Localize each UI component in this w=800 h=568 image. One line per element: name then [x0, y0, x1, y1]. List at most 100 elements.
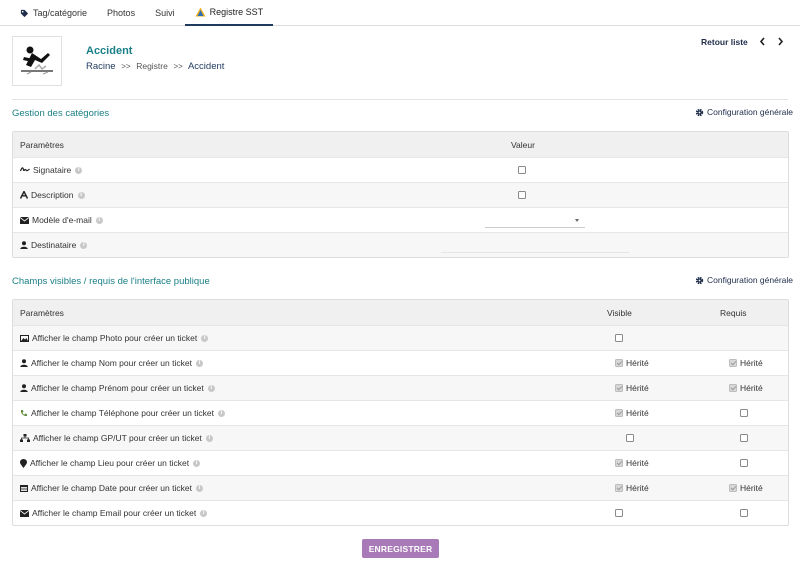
email-required-checkbox[interactable]	[740, 509, 748, 517]
table-row: Afficher le champ Nom pour créer un tick…	[13, 350, 788, 375]
inherited-label: Hérité	[626, 358, 649, 368]
visible-cell: Hérité	[615, 376, 649, 400]
tab-label: Tag/catégorie	[33, 8, 88, 18]
row-label: Destinataire i	[20, 233, 88, 257]
email-visible-checkbox[interactable]	[615, 509, 623, 517]
back-to-list-link[interactable]: Retour liste	[701, 37, 748, 47]
telephone-required-checkbox[interactable]	[740, 409, 748, 417]
info-icon[interactable]: i	[207, 384, 215, 392]
info-icon[interactable]: i	[80, 241, 88, 249]
signature-icon	[20, 166, 30, 174]
breadcrumb-root[interactable]: Racine	[86, 61, 116, 72]
visible-cell	[615, 326, 623, 350]
row-label: Afficher le champ Date pour créer un tic…	[20, 476, 203, 500]
tag-icon	[20, 9, 29, 18]
nom-required-checkbox[interactable]	[729, 359, 737, 367]
info-icon[interactable]: i	[201, 334, 209, 342]
general-config-link[interactable]: Configuration générale	[695, 107, 793, 117]
inherited-label: Hérité	[626, 458, 649, 468]
inherited-label: Hérité	[626, 408, 649, 418]
gear-icon	[695, 108, 704, 116]
gput-required-checkbox[interactable]	[740, 434, 748, 442]
previous-chevron-icon[interactable]	[756, 35, 768, 47]
email-template-select[interactable]	[485, 213, 585, 228]
row-label-text: Afficher le champ GP/UT pour créer un ti…	[33, 433, 202, 443]
info-icon[interactable]: i	[205, 434, 213, 442]
required-cell	[740, 426, 748, 450]
telephone-visible-checkbox[interactable]	[615, 409, 623, 417]
page-title: Accident	[86, 45, 133, 57]
table-row: Afficher le champ GP/UT pour créer un ti…	[13, 425, 788, 450]
breadcrumb-registre[interactable]: Registre	[136, 61, 168, 71]
table-row: Afficher le champ Photo pour créer un ti…	[13, 325, 788, 350]
date-visible-checkbox[interactable]	[615, 484, 623, 492]
save-button[interactable]: ENREGISTRER	[362, 539, 439, 558]
col-header-value: Valeur	[511, 139, 535, 150]
row-label: Description i	[20, 183, 85, 207]
header-divider	[12, 99, 788, 100]
visible-cell: Hérité	[615, 401, 649, 425]
row-label-text: Afficher le champ Nom pour créer un tick…	[31, 358, 192, 368]
info-icon[interactable]: i	[195, 359, 203, 367]
table-row: Description i	[13, 182, 788, 207]
row-label-text: Modèle d'e-mail	[32, 215, 92, 225]
table-row: Afficher le champ Date pour créer un tic…	[13, 475, 788, 500]
required-cell: Hérité	[729, 351, 763, 375]
info-icon[interactable]: i	[200, 509, 208, 517]
public-fields-table: Paramètres Visible Requis Afficher le ch…	[12, 299, 789, 526]
lieu-visible-checkbox[interactable]	[615, 459, 623, 467]
required-cell	[740, 401, 748, 425]
row-label-text: Signataire	[33, 165, 72, 175]
breadcrumb-separator: >>	[121, 62, 131, 71]
signataire-checkbox[interactable]	[518, 166, 526, 174]
info-icon[interactable]: i	[77, 191, 85, 199]
tab-photos[interactable]: Photos	[97, 0, 145, 26]
description-checkbox[interactable]	[518, 191, 526, 199]
breadcrumb: Racine >> Registre >> Accident	[86, 61, 224, 72]
photo-visible-checkbox[interactable]	[615, 334, 623, 342]
destinataire-input[interactable]	[441, 238, 629, 253]
visible-cell	[615, 501, 623, 525]
table-header-row: Paramètres Visible Requis	[13, 300, 788, 325]
general-config-link[interactable]: Configuration générale	[695, 275, 793, 285]
row-label-text: Afficher le champ Téléphone pour créer u…	[31, 408, 215, 418]
table-row: Signataire i	[13, 157, 788, 182]
row-label: Modèle d'e-mail i	[20, 208, 103, 232]
table-header-row: Paramètres Valeur	[13, 132, 788, 157]
row-label-text: Afficher le champ Date pour créer un tic…	[31, 483, 192, 493]
info-icon[interactable]: i	[218, 409, 226, 417]
info-icon[interactable]: i	[95, 216, 103, 224]
inherited-label: Hérité	[740, 358, 763, 368]
row-label: Afficher le champ GP/UT pour créer un ti…	[20, 426, 213, 450]
categories-section-title: Gestion des catégories	[12, 108, 110, 119]
gear-icon	[695, 276, 704, 284]
inherited-label: Hérité	[740, 383, 763, 393]
col-header-params: Paramètres	[20, 139, 64, 150]
prenom-visible-checkbox[interactable]	[615, 384, 623, 392]
table-row: Afficher le champ Prénom pour créer un t…	[13, 375, 788, 400]
lieu-required-checkbox[interactable]	[740, 459, 748, 467]
prenom-required-checkbox[interactable]	[729, 384, 737, 392]
next-chevron-icon[interactable]	[774, 35, 786, 47]
info-icon[interactable]: i	[193, 459, 201, 467]
tab-bar: Tag/catégorie Photos Suivi Registre SST	[0, 0, 800, 26]
tab-registre-sst[interactable]: Registre SST	[184, 0, 274, 26]
row-label: Afficher le champ Nom pour créer un tick…	[20, 351, 203, 375]
user-icon	[20, 359, 28, 367]
row-label: Afficher le champ Prénom pour créer un t…	[20, 376, 215, 400]
nom-visible-checkbox[interactable]	[615, 359, 623, 367]
map-marker-icon	[20, 458, 27, 468]
row-label-text: Destinataire	[31, 240, 77, 250]
table-row: Modèle d'e-mail i	[13, 207, 788, 232]
tab-suivi[interactable]: Suivi	[145, 0, 185, 26]
gput-visible-checkbox[interactable]	[626, 434, 634, 442]
date-required-checkbox[interactable]	[729, 484, 737, 492]
config-label: Configuration générale	[707, 107, 794, 117]
row-label: Afficher le champ Lieu pour créer un tic…	[20, 451, 201, 475]
calendar-icon	[20, 484, 28, 492]
info-icon[interactable]: i	[75, 166, 83, 174]
tab-tag-categorie[interactable]: Tag/catégorie	[12, 0, 97, 26]
breadcrumb-separator: >>	[173, 62, 183, 71]
info-icon[interactable]: i	[195, 484, 203, 492]
phone-icon	[20, 409, 28, 417]
